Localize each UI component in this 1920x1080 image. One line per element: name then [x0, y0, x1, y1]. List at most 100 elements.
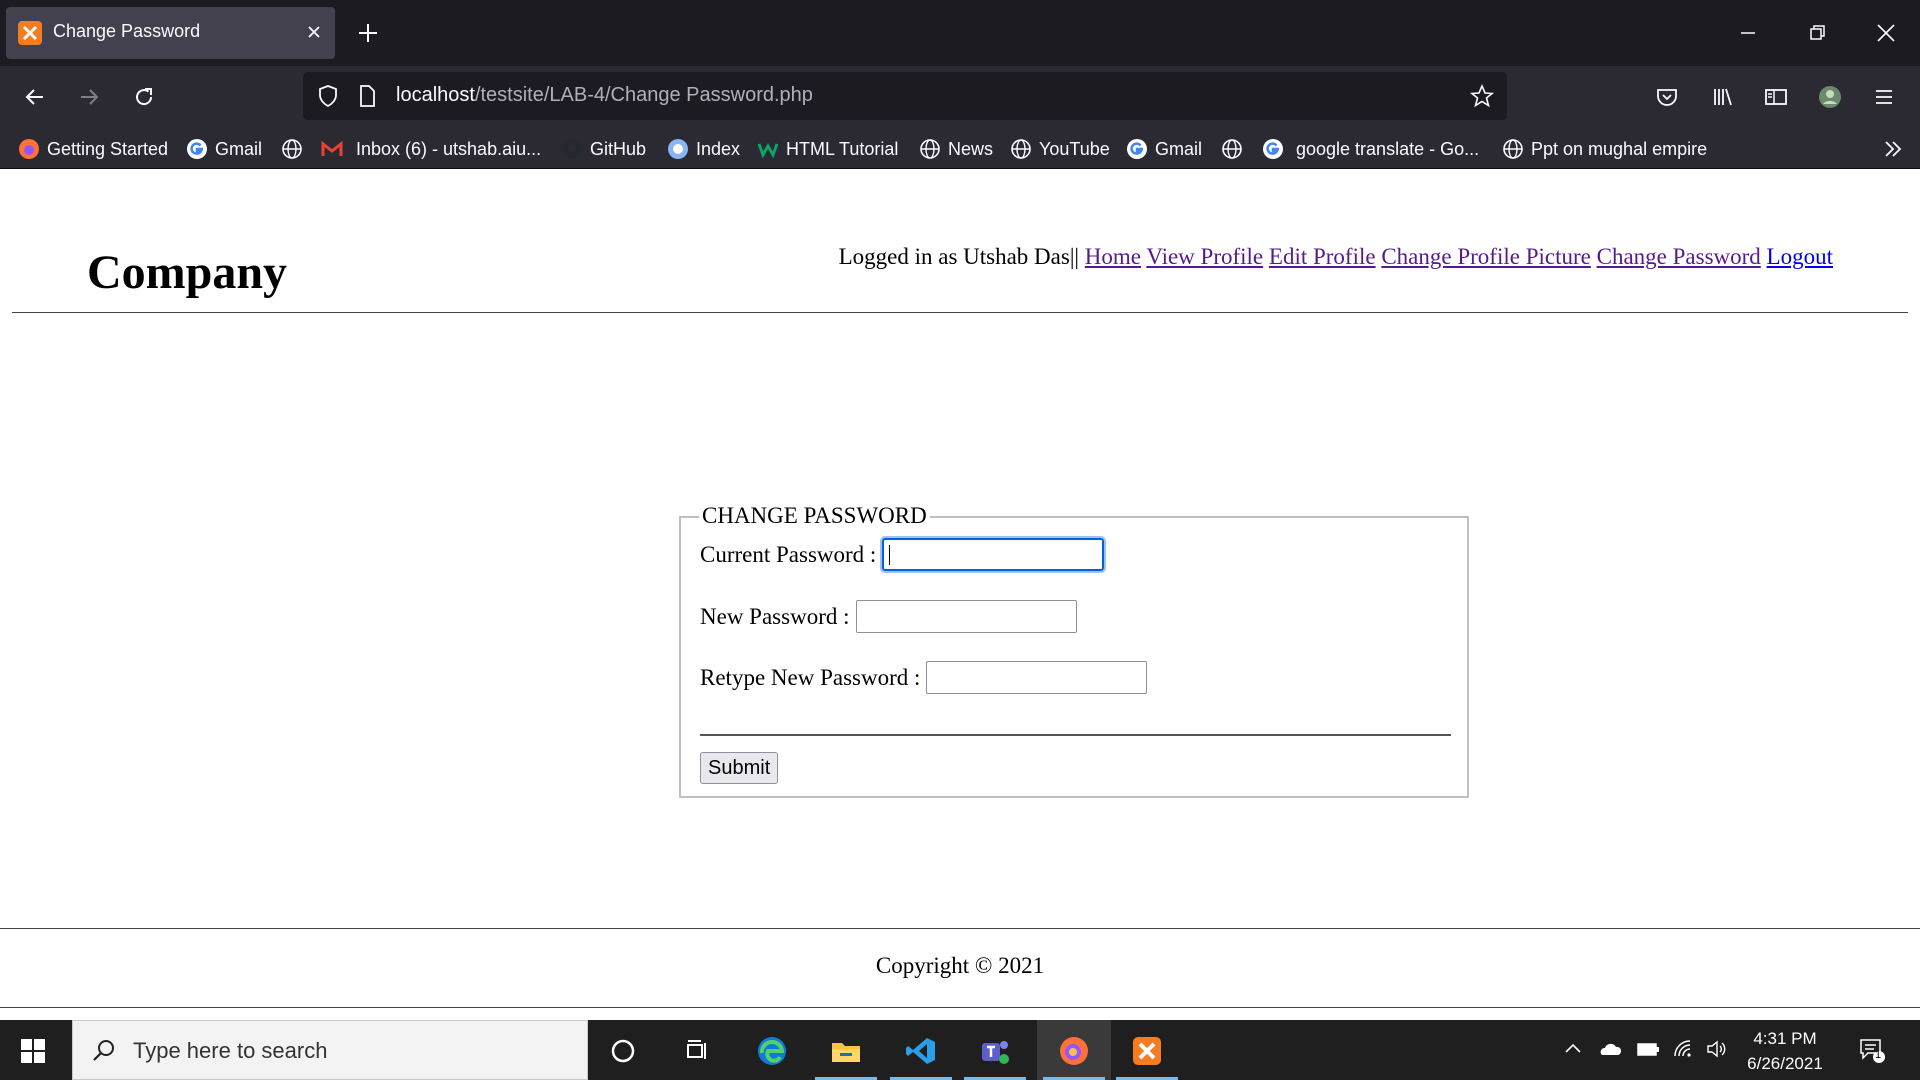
restore-icon[interactable]	[1804, 20, 1830, 46]
library-icon[interactable]	[1710, 84, 1736, 110]
taskbar-vscode[interactable]	[884, 1020, 958, 1080]
bookmark-ppt-mughal[interactable]: Ppt on mughal empire	[1502, 136, 1707, 162]
new-password-input[interactable]	[855, 600, 1077, 633]
nav-link-view-profile[interactable]: View Profile	[1146, 244, 1263, 269]
bookmark-youtube[interactable]: YouTube	[1010, 136, 1110, 162]
logged-in-text: Logged in as Utshab Das||	[838, 244, 1080, 269]
new-password-row: New Password :	[700, 600, 1077, 633]
fieldset-legend: CHANGE PASSWORD	[699, 503, 930, 529]
bookmark-html-tutorial[interactable]: HTML Tutorial	[757, 136, 898, 162]
bookmark-index[interactable]: Index	[667, 136, 740, 162]
vscode-icon	[906, 1038, 935, 1064]
current-password-row: Current Password :	[700, 536, 1107, 573]
globe-icon	[1222, 139, 1242, 159]
tab-close-icon[interactable]	[303, 21, 325, 43]
url-bar[interactable]: localhost/testsite/LAB-4/Change Password…	[303, 72, 1507, 120]
firefox-icon	[1060, 1037, 1088, 1065]
bookmark-label: Gmail	[215, 138, 263, 159]
close-window-icon[interactable]	[1873, 20, 1899, 46]
task-view-button[interactable]	[660, 1020, 734, 1080]
taskbar-clock[interactable]: 4:31 PM 6/26/2021	[1730, 1026, 1840, 1076]
retype-password-label: Retype New Password :	[700, 664, 921, 690]
bookmark-google-translate[interactable]: google translate - Go...	[1262, 136, 1479, 162]
minimize-icon[interactable]	[1735, 20, 1761, 46]
nav-link-change-profile-picture[interactable]: Change Profile Picture	[1381, 244, 1591, 269]
cortana-icon	[611, 1039, 635, 1063]
globe-icon	[282, 139, 302, 159]
browser-toolbar: localhost/testsite/LAB-4/Change Password…	[0, 66, 1920, 128]
shield-icon[interactable]	[315, 83, 341, 109]
forward-icon[interactable]	[76, 84, 102, 110]
page-info-icon[interactable]	[355, 83, 379, 109]
bookmark-github[interactable]: GitHub	[561, 136, 646, 162]
retype-password-input[interactable]	[926, 661, 1148, 694]
bookmark-gmail-2[interactable]: Gmail	[1126, 136, 1202, 162]
current-password-input[interactable]	[880, 536, 1107, 573]
bookmark-getting-started[interactable]: Getting Started	[18, 136, 168, 162]
taskbar-teams[interactable]	[958, 1020, 1032, 1080]
back-icon[interactable]	[22, 84, 48, 110]
menu-icon[interactable]	[1871, 84, 1897, 110]
wifi-icon[interactable]	[1672, 1038, 1694, 1060]
bookmarks-toolbar: Getting Started Gmail Inbox (6) - utshab…	[0, 128, 1920, 169]
bookmark-label: News	[948, 138, 994, 159]
taskbar-file-explorer[interactable]	[809, 1020, 883, 1080]
show-hidden-icons-icon[interactable]	[1562, 1038, 1584, 1060]
clock-date: 6/26/2021	[1747, 1054, 1823, 1073]
globe-icon	[920, 139, 940, 159]
tab-change-password[interactable]: Change Password	[6, 7, 335, 59]
bookmark-label: GitHub	[590, 138, 647, 159]
url-text[interactable]: localhost/testsite/LAB-4/Change Password…	[396, 84, 813, 107]
sidebar-icon[interactable]	[1763, 84, 1789, 110]
nav-link-home[interactable]: Home	[1085, 244, 1141, 269]
pocket-icon[interactable]	[1654, 84, 1680, 110]
bookmark-news[interactable]: News	[919, 136, 993, 162]
battery-icon[interactable]	[1636, 1038, 1659, 1060]
teams-icon	[982, 1041, 1009, 1064]
form-divider	[700, 734, 1451, 736]
google-icon	[187, 139, 207, 159]
bookmark-globe-1[interactable]	[281, 136, 310, 162]
bookmark-globe-2[interactable]	[1221, 136, 1250, 162]
new-tab-icon[interactable]	[355, 20, 381, 46]
bookmark-star-icon[interactable]	[1469, 83, 1495, 109]
account-avatar-icon[interactable]	[1817, 84, 1843, 110]
submit-button[interactable]: Submit	[700, 752, 779, 784]
globe-icon	[1503, 139, 1523, 159]
volume-icon[interactable]	[1705, 1038, 1727, 1060]
windows-start-icon[interactable]	[20, 1038, 46, 1064]
bookmark-label: Gmail	[1155, 138, 1203, 159]
bookmark-label: Ppt on mughal empire	[1531, 138, 1708, 159]
retype-password-row: Retype New Password :	[700, 661, 1148, 694]
change-password-fieldset: CHANGE PASSWORD Current Password : New P…	[679, 503, 1469, 798]
nav-link-change-password[interactable]: Change Password	[1597, 244, 1761, 269]
bookmark-label: HTML Tutorial	[786, 138, 899, 159]
task-view-icon	[687, 1040, 706, 1059]
bookmark-label: Index	[696, 138, 741, 159]
search-icon	[91, 1038, 117, 1064]
taskbar-edge[interactable]	[735, 1020, 809, 1080]
bookmark-label: google translate - Go...	[1296, 138, 1480, 159]
nav-link-logout[interactable]: Logout	[1767, 244, 1833, 269]
taskbar-firefox[interactable]	[1037, 1020, 1111, 1080]
new-password-label: New Password :	[700, 603, 850, 629]
nav-link-edit-profile[interactable]: Edit Profile	[1269, 244, 1376, 269]
clock-time: 4:31 PM	[1753, 1029, 1817, 1048]
bookmark-label: Inbox (6) - utshab.aiu...	[356, 138, 542, 159]
notification-center-icon[interactable]: 1	[1858, 1036, 1886, 1064]
reload-icon[interactable]	[131, 84, 157, 110]
more-bookmarks-icon[interactable]	[1880, 136, 1906, 162]
taskbar-xampp[interactable]	[1110, 1020, 1184, 1080]
current-password-label: Current Password :	[700, 541, 877, 567]
firefox-icon	[19, 139, 39, 159]
xampp-icon	[1133, 1037, 1161, 1065]
browser-title-bar: Change Password	[0, 0, 1920, 66]
bookmark-inbox[interactable]: Inbox (6) - utshab.aiu...	[321, 136, 541, 162]
web-page: Company Logged in as Utshab Das|| Home V…	[0, 169, 1920, 1020]
taskbar-search-box[interactable]: Type here to search	[72, 1020, 588, 1080]
google-icon	[1127, 139, 1147, 159]
cortana-button[interactable]	[586, 1020, 660, 1080]
bookmark-label: Getting Started	[47, 138, 169, 159]
bookmark-gmail-1[interactable]: Gmail	[186, 136, 262, 162]
onedrive-icon[interactable]	[1598, 1038, 1622, 1060]
